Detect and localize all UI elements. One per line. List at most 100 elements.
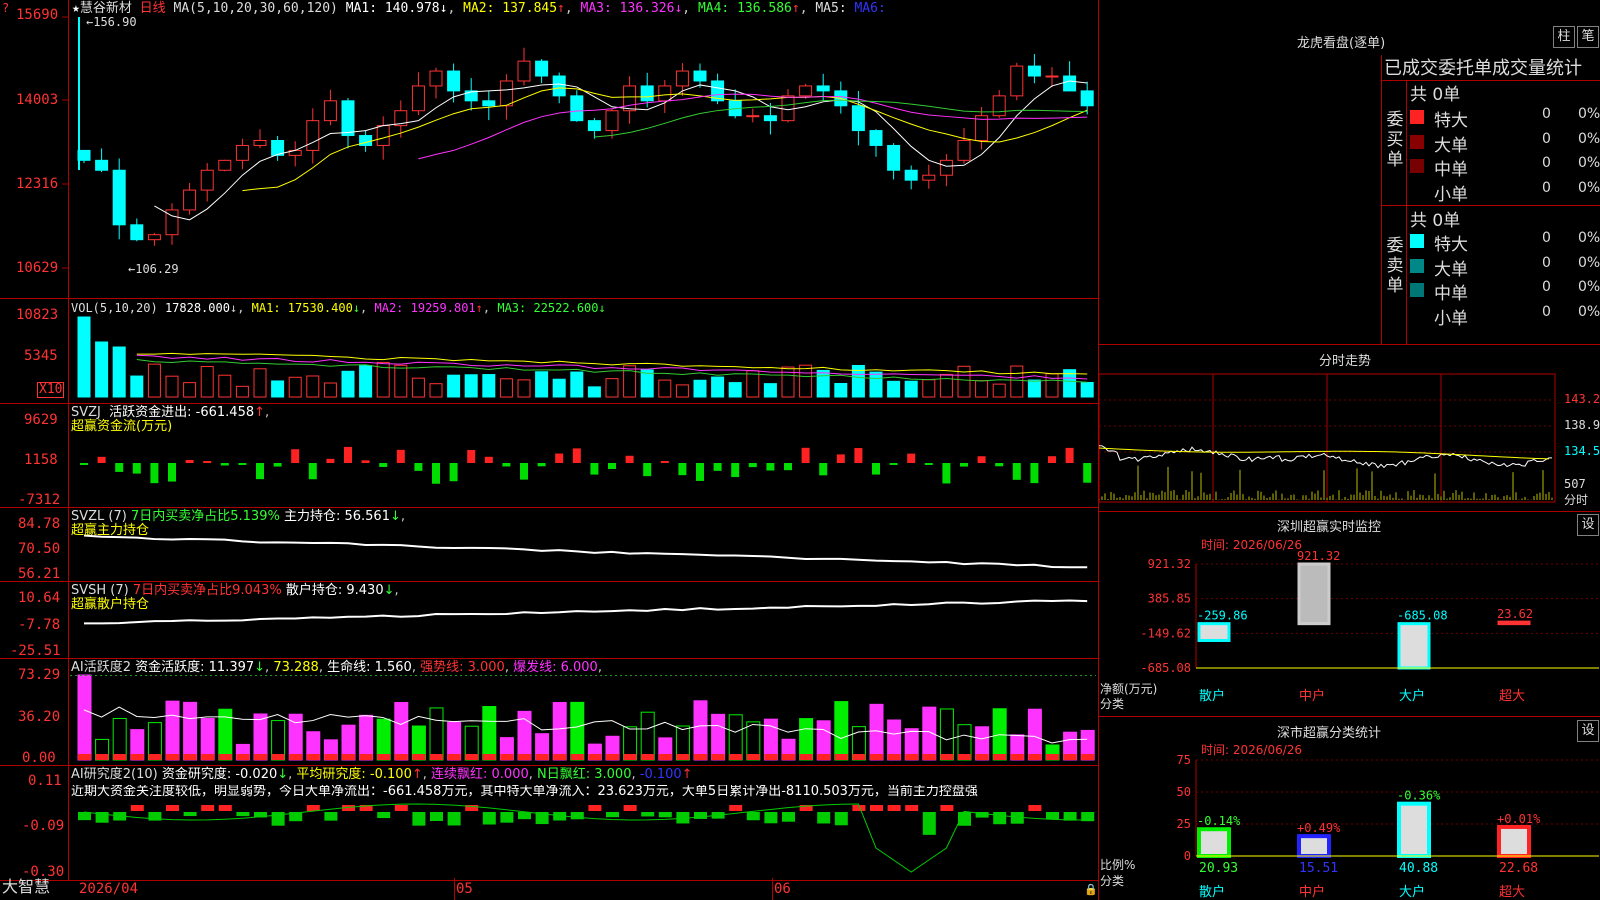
svzj-bar [924, 463, 933, 465]
dragon-title: 龙虎看盘(逐单) [1297, 36, 1386, 51]
corner-icon[interactable]: ? [2, 1, 9, 15]
price-candle [306, 120, 320, 151]
ai-bar [711, 713, 726, 761]
stat-row: 小单 0 0% [1408, 304, 1600, 329]
ai-tick: 0.00 [22, 750, 56, 766]
intraday-chart[interactable] [1099, 368, 1600, 508]
svzj-bar [220, 463, 229, 466]
svzj-bar [819, 463, 828, 476]
stat-count: 0 [1542, 179, 1551, 196]
ai-bar [482, 706, 497, 761]
research-value: 资金研究度: -0.020 [161, 767, 278, 782]
research-bar [658, 812, 672, 818]
stat-name: 大单 [1434, 259, 1468, 280]
ai-bar [253, 713, 268, 761]
svzj-bar [344, 446, 352, 463]
price-candle [1045, 75, 1059, 78]
stat-row: 特大 0 0% [1408, 106, 1600, 131]
svzj-bar [168, 463, 176, 482]
ai-bar [570, 701, 585, 761]
ai-bar [200, 718, 215, 761]
intraday-tick: 507 [1564, 477, 1586, 491]
price-candle [447, 70, 461, 92]
research-bar [905, 805, 919, 811]
vol-bar [535, 371, 549, 398]
research-last: -0.100 [639, 767, 682, 782]
class-bar [1497, 824, 1531, 858]
stat-count: 0 [1542, 155, 1551, 171]
research-bar [482, 812, 496, 825]
vol-bar [1027, 379, 1041, 398]
price-candle [869, 130, 883, 146]
vol-bar [271, 380, 285, 398]
svzj-bar [748, 463, 757, 468]
ai-base [834, 754, 848, 760]
ai-bar [834, 701, 849, 761]
vol-tick: 10823 [16, 307, 59, 323]
research-bar [623, 805, 637, 811]
vol-bar [904, 380, 918, 398]
class-chart[interactable]: 75 50 25 0 -0.14% 20.93 散户 +0.49% 15.51 中户 -0.36% 4… [1099, 738, 1600, 900]
ma-params: MA(5,10,20,30,60,120) [173, 1, 338, 16]
svzj-bar [414, 463, 423, 471]
research-bar [78, 812, 91, 821]
tick-mode-button[interactable]: 笔 [1577, 26, 1599, 48]
research-bar [606, 812, 619, 818]
svzj-bar [203, 461, 212, 463]
ai-bar [112, 717, 127, 761]
ai-base [535, 754, 549, 760]
price-candle [482, 100, 496, 107]
research-bar [236, 812, 250, 817]
ai-base [553, 754, 567, 760]
sell-side-label: 委卖单 [1386, 236, 1404, 296]
brand-logo[interactable]: 大智慧 [2, 879, 50, 895]
ai-base [1046, 754, 1059, 760]
stat-name: 大单 [1434, 135, 1468, 156]
ai-base [641, 754, 655, 760]
research-bar [377, 812, 391, 819]
price-candle [147, 234, 161, 241]
stat-row: 大单 0 0% [1408, 131, 1600, 156]
class-value: 22.68 [1499, 861, 1538, 876]
ai-bar [799, 718, 814, 761]
svzj-bar [502, 463, 511, 467]
ai-base [676, 754, 690, 760]
ma3-value: MA3: 136.326 [580, 1, 675, 16]
monitor-chart[interactable]: 921.32 385.85 -149.62 -685.08 -259.86 散户 921.3… [1099, 536, 1600, 716]
vol-bar [429, 383, 443, 398]
ai-base [218, 754, 232, 760]
vol-bar [130, 375, 144, 398]
color-swatch [1410, 307, 1424, 322]
ai-bar [376, 718, 391, 761]
monitor-catlabel: 分类 [1100, 697, 1125, 711]
star-icon[interactable]: ★ [72, 1, 80, 16]
lock-icon[interactable]: 🔒 [1084, 883, 1098, 897]
vol-ma1: MA1: 17530.400 [251, 301, 353, 315]
research-bar [940, 805, 954, 811]
vol-bar [323, 382, 337, 398]
vol-unit: X10 [37, 382, 65, 398]
svsh-value: 散户持仓: 9.430 [285, 583, 384, 598]
class-bar [1297, 834, 1331, 859]
price-candle [957, 139, 971, 161]
class-change: +0.49% [1297, 821, 1341, 835]
ai-bar [359, 714, 374, 761]
period-label[interactable]: 日线 [140, 1, 166, 16]
price-candle [763, 115, 777, 122]
vol-bar [975, 380, 989, 398]
monitor-settings-button[interactable]: 设 [1577, 514, 1599, 536]
category-label: 散户 [1199, 688, 1225, 704]
bar-mode-button[interactable]: 柱 [1553, 26, 1575, 48]
svzj-bar [1065, 447, 1074, 463]
vol-bar [1080, 381, 1094, 398]
svzj-bar [326, 458, 335, 463]
vol-bar [218, 374, 232, 398]
price-candle [235, 144, 249, 161]
vol-bar [658, 379, 672, 398]
research-bar [834, 812, 848, 826]
svzj-bar [801, 447, 810, 463]
stat-count: 0 [1542, 106, 1551, 122]
monitor-tick: -685.08 [1140, 661, 1191, 675]
price-tick: 15690 [16, 7, 59, 23]
price-tick: 12316 [16, 176, 59, 192]
